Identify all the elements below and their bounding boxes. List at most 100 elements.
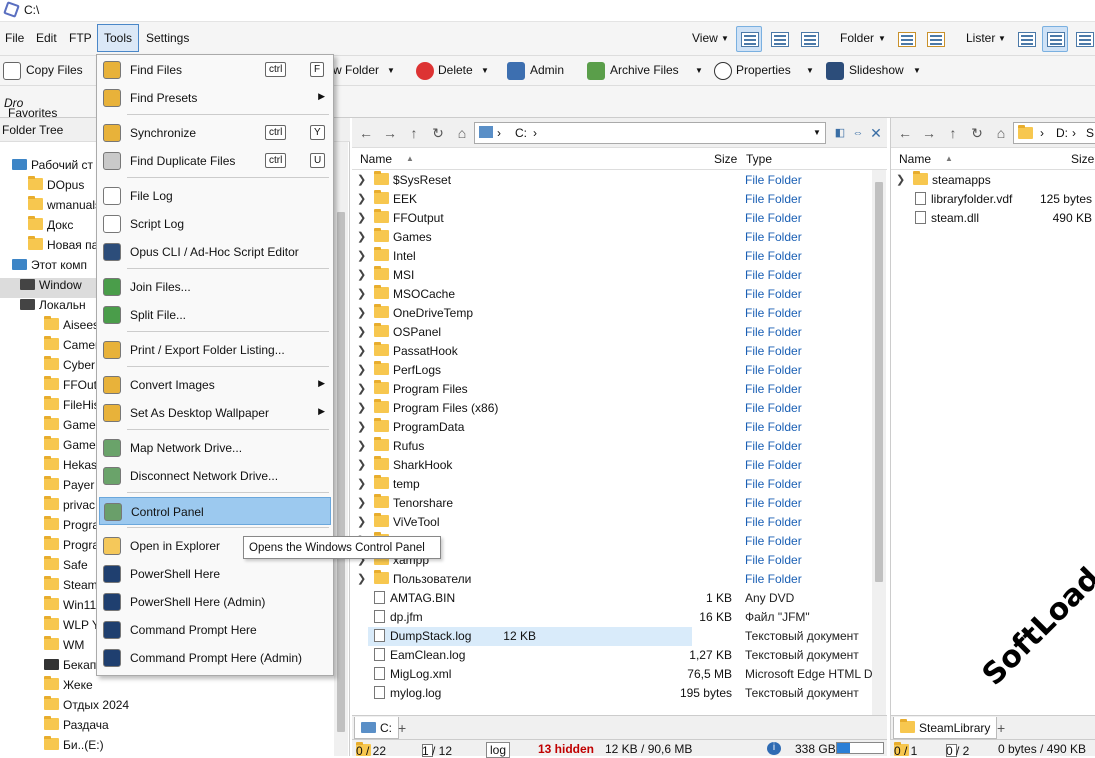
tree-item[interactable]: Camer [44, 336, 99, 358]
lister-tree-button[interactable] [1071, 26, 1095, 52]
properties-button[interactable]: Properties [736, 63, 791, 77]
file-row[interactable]: ❯ FFOutput File Folder [352, 209, 872, 228]
tree-item[interactable]: WLP Y [44, 616, 100, 638]
expand-chevron-icon[interactable]: ❯ [357, 344, 366, 357]
expand-chevron-icon[interactable]: ❯ [357, 515, 366, 528]
file-row[interactable]: ❯ Rufus File Folder [352, 437, 872, 456]
file-row[interactable]: dp.jfm 16 KB Файл "JFM" [352, 608, 872, 627]
home-icon[interactable]: ⌂ [454, 125, 470, 141]
col-type[interactable]: Type [746, 152, 772, 166]
menu-item-command-prompt-here-admin[interactable]: Command Prompt Here (Admin) [99, 644, 331, 672]
power-view-button[interactable] [766, 26, 792, 52]
tree-item[interactable]: Рабочий ст [12, 158, 93, 178]
delete-button[interactable]: Delete [438, 63, 473, 77]
file-row[interactable]: ❯ OneDriveTemp File Folder [352, 304, 872, 323]
thumbnails-view-button[interactable] [796, 26, 822, 52]
menu-item-powershell-here[interactable]: PowerShell Here [99, 560, 331, 588]
file-row[interactable]: ❯ ViVeTool File Folder [352, 513, 872, 532]
tree-item[interactable]: Жеке [44, 676, 93, 698]
copy-files-button[interactable]: Copy Files [26, 63, 83, 77]
menu-tools[interactable]: Tools [97, 24, 139, 52]
file-row[interactable]: ❯ Program Files (x86) File Folder [352, 399, 872, 418]
menu-item-set-as-desktop-wallpaper[interactable]: Set As Desktop Wallpaper ▶ [99, 399, 331, 427]
menu-item-disconnect-network-drive[interactable]: Disconnect Network Drive... [99, 462, 331, 490]
menu-settings[interactable]: Settings [146, 31, 189, 45]
file-row[interactable]: mylog.log 195 bytes Текстовый документ [352, 684, 872, 703]
tree-item[interactable]: privac [44, 496, 95, 518]
tree-item[interactable]: Отдых 2024 [44, 696, 129, 718]
back-icon[interactable]: ← [358, 125, 374, 141]
expand-chevron-icon[interactable]: ❯ [357, 230, 366, 243]
right-path-field[interactable]: › D: › S [1013, 122, 1095, 144]
up-icon[interactable]: ↑ [945, 125, 961, 141]
tree-item[interactable]: Hekas [44, 456, 97, 478]
close-pane-icon[interactable]: ✕ [868, 125, 884, 141]
menu-item-join-files[interactable]: Join Files... [99, 273, 331, 301]
left-scroll-thumb[interactable] [875, 182, 883, 582]
file-row[interactable]: ❯ $SysReset File Folder [352, 171, 872, 190]
expand-chevron-icon[interactable]: ❯ [357, 211, 366, 224]
details-view-button[interactable] [736, 26, 762, 52]
menu-item-print-export-folder-listing[interactable]: Print / Export Folder Listing... [99, 336, 331, 364]
file-row[interactable]: ❯ MSI File Folder [352, 266, 872, 285]
tree-item[interactable]: Progra [44, 516, 99, 538]
forward-icon[interactable]: → [382, 125, 398, 141]
file-row[interactable]: ❯ Пользователи File Folder [352, 570, 872, 589]
view-menu[interactable]: View [692, 31, 718, 45]
file-row[interactable]: ❯ temp File Folder [352, 475, 872, 494]
tab-c-drive[interactable]: C: [354, 717, 399, 739]
tree-item[interactable]: WM [44, 636, 84, 658]
file-row[interactable]: ❯ steamapps [891, 171, 1095, 190]
tree-scrollbar[interactable] [334, 142, 348, 756]
tree-item[interactable]: DOpus [28, 176, 84, 198]
tree-item[interactable]: Локальн [20, 298, 86, 318]
col-size[interactable]: Size [1071, 152, 1094, 166]
tree-item[interactable]: Payer [44, 476, 94, 498]
file-row[interactable]: ❯ Games File Folder [352, 228, 872, 247]
menu-item-find-presets[interactable]: Find Presets ▶ [99, 84, 331, 112]
file-row[interactable]: ❯ Intel File Folder [352, 247, 872, 266]
left-path-field[interactable]: › C: › ▼ [474, 122, 826, 144]
tree-item[interactable]: Game [44, 416, 96, 438]
expand-chevron-icon[interactable]: ❯ [357, 363, 366, 376]
expand-chevron-icon[interactable]: ❯ [357, 306, 366, 319]
expand-chevron-icon[interactable]: ❯ [357, 173, 366, 186]
menu-edit[interactable]: Edit [36, 31, 57, 45]
expand-chevron-icon[interactable]: ❯ [357, 325, 366, 338]
tree-item[interactable]: Би..(E:) [44, 736, 104, 758]
admin-button[interactable]: Admin [530, 63, 564, 77]
file-row[interactable]: ❯ EEK File Folder [352, 190, 872, 209]
folder-format-button[interactable] [922, 26, 948, 52]
lister-dual-button[interactable] [1042, 26, 1068, 52]
tab-prev-icon[interactable]: ◧ [832, 125, 848, 141]
menu-item-convert-images[interactable]: Convert Images ▶ [99, 371, 331, 399]
file-row[interactable]: DumpStack.log 12 KB Текстовый документ [368, 627, 859, 646]
home-icon[interactable]: ⌂ [993, 125, 1009, 141]
lister-single-button[interactable] [1013, 26, 1039, 52]
tree-item[interactable]: Safe [44, 556, 88, 578]
tree-item[interactable]: Новая па [28, 236, 98, 258]
file-row[interactable]: ❯ PassatHook File Folder [352, 342, 872, 361]
chevron-down-icon[interactable]: ▼ [813, 128, 821, 137]
slideshow-button[interactable]: Slideshow [849, 63, 904, 77]
folder-menu[interactable]: Folder [840, 31, 874, 45]
col-name[interactable]: Name [360, 152, 392, 166]
left-scrollbar[interactable] [872, 170, 886, 715]
menu-item-file-log[interactable]: File Log [99, 182, 331, 210]
expand-chevron-icon[interactable]: ❯ [357, 458, 366, 471]
expand-chevron-icon[interactable]: ❯ [357, 382, 366, 395]
new-folder-button[interactable]: w Folder [333, 63, 379, 77]
file-row[interactable]: ❯ PerfLogs File Folder [352, 361, 872, 380]
file-row[interactable]: ❯ Program Files File Folder [352, 380, 872, 399]
tree-item[interactable]: Games [44, 436, 102, 458]
swap-icon[interactable]: ⇔ [850, 125, 866, 141]
menu-file[interactable]: File [5, 31, 24, 45]
expand-chevron-icon[interactable]: ❯ [357, 249, 366, 262]
tree-scroll-thumb[interactable] [337, 212, 345, 732]
new-tab-icon[interactable]: + [398, 720, 406, 736]
tree-item[interactable]: FFOut [44, 376, 97, 398]
menu-item-find-duplicate-files[interactable]: Find Duplicate Files ctrl U [99, 147, 331, 175]
col-name[interactable]: Name [899, 152, 931, 166]
tree-item[interactable]: Win11 [44, 596, 96, 618]
info-icon[interactable]: i [767, 742, 781, 755]
